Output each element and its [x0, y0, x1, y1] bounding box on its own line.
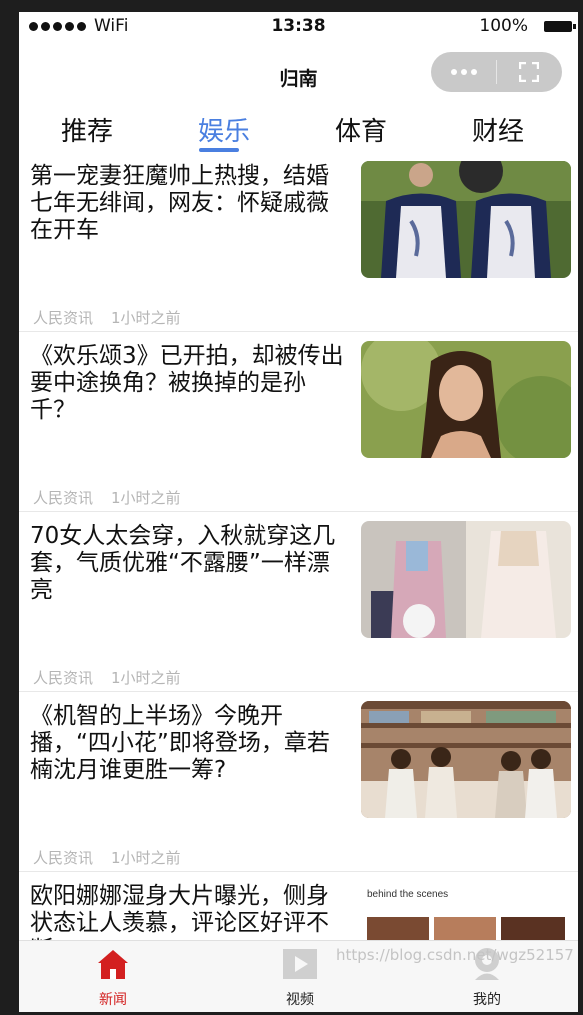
- news-time: 1小时之前: [111, 489, 181, 507]
- play-icon: [283, 949, 317, 979]
- news-source: 人民资讯: [33, 309, 94, 327]
- home-icon: [98, 950, 128, 979]
- mini-program-capsule: [431, 52, 562, 92]
- watermark: https://blog.csdn.net/wgz52157: [336, 946, 574, 964]
- nav-bar: 归南: [19, 52, 578, 98]
- news-item[interactable]: 《机智的上半场》今晚开播，“四小花”即将登场，章若楠沈月谁更胜一筹? 人民资讯 …: [19, 701, 578, 881]
- news-item[interactable]: 第一宠妻狂魔帅上热搜，结婚七年无绯闻，网友：怀疑戚薇在开车 人民资讯 1小时之前: [19, 161, 578, 341]
- news-title: 《机智的上半场》今晚开播，“四小花”即将登场，章若楠沈月谁更胜一筹?: [30, 703, 330, 783]
- news-item[interactable]: 《欢乐颂3》已开拍，却被传出要中途换角？被换掉的是孙千？ 人民资讯 1小时之前: [19, 341, 578, 521]
- battery-icon: [544, 21, 576, 32]
- category-tabs: 推荐 娱乐 体育 财经: [19, 109, 578, 153]
- news-source: 人民资讯: [33, 849, 94, 867]
- battery-percent: 100%: [479, 16, 528, 36]
- active-tab-indicator: [199, 148, 239, 152]
- tabbar-video[interactable]: 视频: [250, 941, 350, 1012]
- tab-recommend[interactable]: 推荐: [61, 111, 113, 148]
- news-source: 人民资讯: [33, 669, 94, 687]
- tabbar-label: 新闻: [99, 992, 127, 1008]
- news-meta: 人民资讯 1小时之前: [33, 847, 181, 868]
- news-time: 1小时之前: [111, 669, 181, 687]
- news-meta: 人民资讯 1小时之前: [33, 667, 181, 688]
- news-meta: 人民资讯 1小时之前: [33, 307, 181, 328]
- divider: [19, 511, 578, 512]
- tabbar-label: 视频: [286, 992, 314, 1008]
- divider: [19, 691, 578, 692]
- divider: [19, 871, 578, 872]
- tab-finance[interactable]: 财经: [472, 111, 524, 148]
- divider: [19, 331, 578, 332]
- news-title: 《欢乐颂3》已开拍，却被传出要中途换角？被换掉的是孙千？: [30, 343, 344, 423]
- phone-screen: WiFi 13:38 100% 归南 推荐 娱乐 体育 财经 第一宠妻狂魔帅上热…: [19, 12, 578, 1012]
- news-thumbnail: [361, 161, 571, 278]
- more-button[interactable]: [431, 52, 496, 92]
- fullscreen-button[interactable]: [497, 52, 562, 92]
- status-bar: WiFi 13:38 100%: [19, 12, 578, 42]
- news-time: 1小时之前: [111, 309, 181, 327]
- news-source: 人民资讯: [33, 489, 94, 507]
- tab-entertainment[interactable]: 娱乐: [198, 111, 250, 148]
- tabbar-label: 我的: [473, 992, 501, 1008]
- tabbar-news[interactable]: 新闻: [63, 941, 163, 1012]
- news-meta: 人民资讯 1小时之前: [33, 487, 181, 508]
- news-title: 第一宠妻狂魔帅上热搜，结婚七年无绯闻，网友：怀疑戚薇在开车: [30, 163, 329, 243]
- thumb-caption: behind the scenes: [367, 889, 448, 900]
- news-title: 70女人太会穿，入秋就穿这几套，气质优雅“不露腰”一样漂亮: [30, 523, 336, 603]
- news-thumbnail: [361, 521, 571, 638]
- news-item[interactable]: 70女人太会穿，入秋就穿这几套，气质优雅“不露腰”一样漂亮 人民资讯 1小时之前: [19, 521, 578, 701]
- fullscreen-icon: [519, 62, 539, 82]
- news-thumbnail: [361, 341, 571, 458]
- tab-sports[interactable]: 体育: [335, 111, 387, 148]
- news-thumbnail: [361, 701, 571, 818]
- news-time: 1小时之前: [111, 849, 181, 867]
